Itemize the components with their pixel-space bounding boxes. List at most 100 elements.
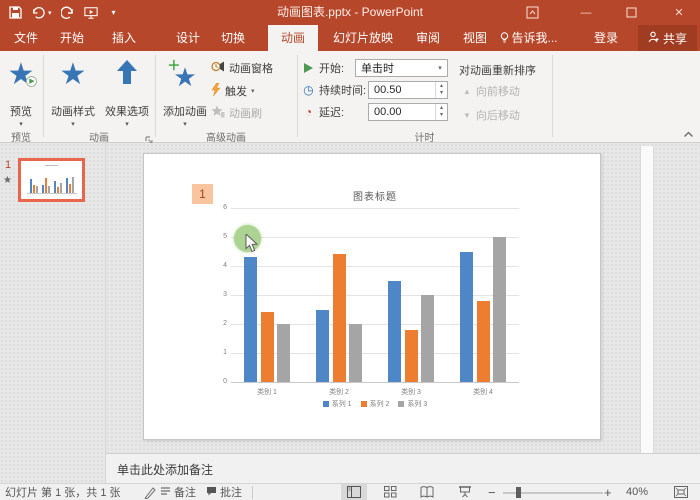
delay-spinbox[interactable]: 00.00 ▴ ▾: [368, 103, 448, 121]
tab-file[interactable]: 文件: [6, 25, 46, 51]
undo-icon[interactable]: [31, 6, 45, 20]
share-label: 共享: [662, 31, 687, 46]
customize-qat-icon[interactable]: ▾: [107, 6, 121, 20]
move-earlier-label: 向前移动: [475, 86, 520, 98]
slideshow-view-button[interactable]: [452, 484, 478, 500]
triangle-up-icon: ▲: [463, 86, 471, 96]
group-label-timing: 计时: [414, 133, 435, 144]
preview-play-icon: ▶: [26, 76, 38, 87]
normal-view-button[interactable]: [341, 484, 367, 500]
zoom-slider-thumb[interactable]: [516, 487, 521, 498]
y-axis-tick: 2: [223, 320, 227, 327]
animation-styles-button[interactable]: ★ 动画样式 ▾: [46, 54, 100, 134]
fit-slide-to-window-icon[interactable]: [674, 484, 688, 500]
redo-icon[interactable]: [60, 6, 75, 20]
zoom-level[interactable]: 40%: [626, 484, 648, 500]
animation-painter-icon: [211, 105, 225, 121]
notes-placeholder: 单击此处添加备注: [117, 463, 214, 477]
tab-tellme[interactable]: 告诉我...: [496, 25, 562, 51]
statusbar-divider: [252, 486, 253, 499]
minimize-icon[interactable]: —: [575, 0, 597, 25]
legend-item: 系列 3: [398, 399, 427, 409]
zoom-in-button[interactable]: +: [604, 484, 612, 500]
slide-counter: 幻灯片 第 1 张，共 1 张: [5, 487, 121, 499]
start-dropdown[interactable]: 单击时 ▾: [355, 59, 448, 77]
delay-clock-icon: ◔: [304, 105, 313, 119]
chart-bar: [388, 280, 401, 382]
animation-pane-icon: [211, 60, 225, 76]
comments-toggle-button[interactable]: 批注: [206, 484, 242, 500]
group-label-preview: 预览: [11, 133, 31, 144]
comments-toggle-label: 批注: [220, 487, 242, 499]
up-arrow-icon: [116, 59, 138, 88]
tab-review[interactable]: 审阅: [408, 25, 448, 51]
slide-editor-area[interactable]: 1 0 1 2 3 4 5 6 类别 1 类别 2 类别 3 类别 4 图表标题 系列 1 系列 2 系列 …: [106, 143, 700, 483]
chart-bar: [404, 329, 418, 382]
legend-item: 系列 1: [322, 399, 352, 409]
tab-home[interactable]: 开始: [52, 25, 92, 51]
add-animation-dropdown-icon: ▾: [183, 121, 187, 128]
animation-indicator-star-icon[interactable]: ★: [3, 175, 12, 186]
vertical-scrollbar[interactable]: [640, 146, 654, 453]
animation-pane-label: 动画窗格: [229, 63, 273, 75]
title-bar: ▾ ▾ 动画图表.pptx - PowerPoint — ✕: [0, 0, 700, 25]
collapse-ribbon-icon[interactable]: [683, 130, 694, 140]
maximize-icon[interactable]: [620, 0, 642, 25]
effect-options-label: 效果选项: [105, 106, 149, 118]
ribbon-display-options-icon[interactable]: [521, 0, 543, 25]
share-button[interactable]: 共享: [638, 25, 697, 51]
notes-toggle-label: 备注: [174, 487, 196, 499]
tab-view[interactable]: 视图: [455, 25, 495, 51]
preview-button[interactable]: ★ ▶ 预览 ▾: [1, 54, 41, 134]
bar-chart[interactable]: 0 1 2 3 4 5 6 类别 1 类别 2 类别 3 类别 4 图表标题 系列 1 系列 2 系列 3: [144, 154, 602, 441]
trigger-button[interactable]: 触发 ▾: [211, 82, 255, 100]
notes-toggle-button[interactable]: 备注: [160, 484, 196, 500]
move-earlier-button[interactable]: ▲ 向前移动: [463, 83, 520, 99]
ribbon-tab-row: 文件 开始 插入 设计 切换 动画 幻灯片放映 审阅 视图 告诉我... 登录 …: [0, 25, 700, 51]
ink-icon[interactable]: [144, 484, 156, 500]
tab-transitions[interactable]: 切换: [213, 25, 253, 51]
chart-bar: [47, 186, 50, 193]
preview-dropdown-icon: ▾: [19, 121, 23, 128]
undo-dropdown-icon[interactable]: ▾: [48, 9, 52, 17]
legend-swatch: [322, 401, 329, 407]
tab-design[interactable]: 设计: [168, 25, 208, 51]
tab-animations[interactable]: 动画: [268, 25, 318, 51]
tab-slideshow[interactable]: 幻灯片放映: [325, 25, 401, 51]
chart-legend: 系列 1 系列 2 系列 3: [231, 399, 519, 409]
trigger-label: 触发: [225, 86, 247, 98]
slide-thumbnails-panel[interactable]: 1 ★: [0, 143, 106, 483]
close-icon[interactable]: ✕: [668, 0, 690, 25]
slide-canvas[interactable]: 1 0 1 2 3 4 5 6 类别 1 类别 2 类别 3 类别 4 图表标题 系列 1 系列 2 系列 …: [143, 153, 601, 440]
preview-label: 预览: [10, 106, 32, 118]
plus-icon: ＋: [167, 58, 181, 73]
duration-spinner[interactable]: ▴ ▾: [435, 82, 447, 98]
sign-in-button[interactable]: 登录: [586, 25, 626, 51]
start-slideshow-icon[interactable]: [83, 6, 98, 20]
zoom-out-button[interactable]: −: [488, 484, 496, 500]
chart-bar: [421, 295, 434, 382]
delay-spinner[interactable]: ▴ ▾: [435, 104, 447, 120]
notes-pane[interactable]: 单击此处添加备注: [106, 453, 700, 483]
y-axis-tick: 3: [223, 291, 227, 298]
effect-options-button[interactable]: 效果选项 ▾: [100, 54, 154, 134]
animation-styles-star-icon: ★: [59, 58, 87, 91]
quick-access-toolbar: ▾ ▾: [8, 0, 121, 25]
ribbon-divider: [552, 55, 553, 137]
reading-view-button[interactable]: [414, 484, 440, 500]
duration-spinbox[interactable]: 00.50 ▴ ▾: [368, 81, 448, 99]
animation-pane-button[interactable]: 动画窗格: [211, 59, 273, 77]
animation-painter-button[interactable]: 动画刷: [211, 104, 262, 122]
chart-bar: [332, 254, 346, 382]
delay-label: 延迟:: [319, 107, 345, 119]
slide-thumbnail[interactable]: [18, 158, 85, 202]
move-later-button[interactable]: ▼ 向后移动: [463, 107, 520, 123]
spin-up-icon: ▴: [439, 83, 443, 89]
tab-insert[interactable]: 插入: [104, 25, 144, 51]
save-icon[interactable]: [8, 6, 22, 20]
add-animation-button[interactable]: ★ ＋ 添加动画 ▾: [160, 54, 210, 134]
lightbulb-icon: [500, 27, 509, 53]
slide-sorter-view-button[interactable]: [377, 484, 403, 500]
legend-label: 系列 1: [331, 401, 352, 408]
comments-icon: [206, 486, 217, 499]
